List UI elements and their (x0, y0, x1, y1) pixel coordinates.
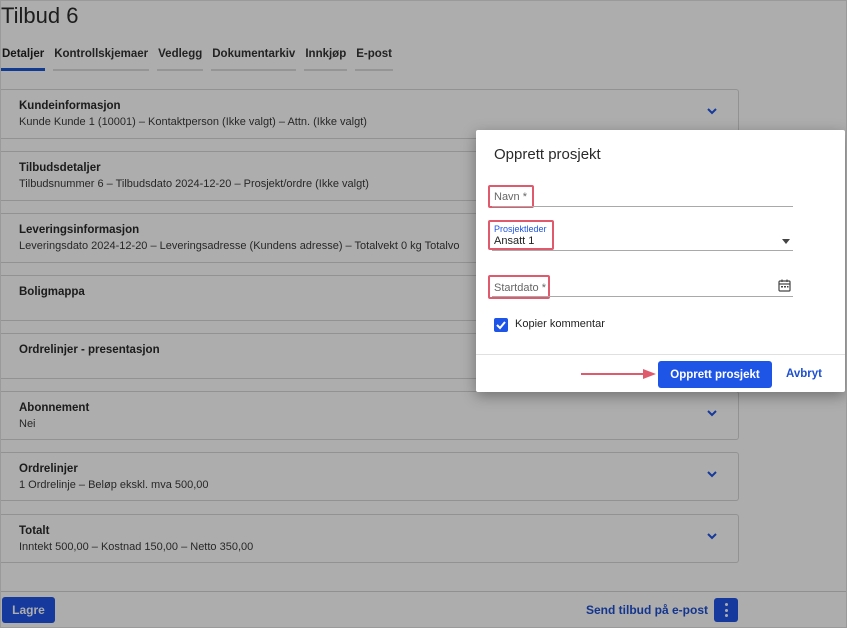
copy-comment-checkbox[interactable] (494, 318, 508, 332)
project-manager-value: Ansatt 1 (494, 235, 535, 247)
start-date-label: Startdato * (494, 282, 546, 294)
calendar-icon[interactable] (778, 279, 791, 292)
project-manager-underline (492, 250, 793, 251)
dropdown-caret-icon[interactable] (782, 239, 790, 244)
create-project-button[interactable]: Opprett prosjekt (658, 361, 772, 388)
copy-comment-label[interactable]: Kopier kommentar (515, 318, 605, 330)
cancel-button[interactable]: Avbryt (786, 368, 822, 380)
start-date-field[interactable]: Startdato * (488, 275, 793, 299)
name-field-underline (492, 206, 793, 207)
dialog-divider (476, 354, 845, 355)
name-field[interactable]: Navn * (488, 185, 793, 208)
project-manager-select[interactable]: Prosjektleder Ansatt 1 (488, 220, 793, 252)
dialog-title: Opprett prosjekt (494, 146, 601, 163)
checkmark-icon (496, 321, 506, 330)
project-manager-label: Prosjektleder (494, 224, 547, 234)
start-date-underline (492, 296, 793, 297)
app-window: Tilbud 6 Detaljer Kontrollskjemaer Vedle… (0, 0, 847, 628)
name-field-label: Navn * (494, 191, 528, 203)
arrow-right-icon (581, 369, 656, 379)
create-project-dialog: Opprett prosjekt Navn * Prosjektleder An… (476, 130, 845, 392)
